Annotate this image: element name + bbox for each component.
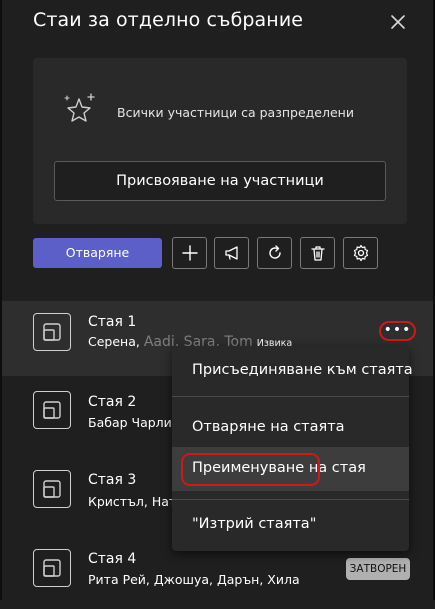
room-context-menu: Присъединяване към стаята Отваряне на ст… — [172, 346, 413, 551]
menu-item-label: Отваряне на стаята — [192, 419, 345, 435]
menu-divider — [172, 396, 409, 397]
assign-participants-button[interactable]: Присвояване на участници — [54, 161, 386, 201]
star-sparkle-icon — [64, 93, 95, 122]
delete-icon — [310, 246, 325, 261]
menu-divider — [172, 499, 409, 500]
menu-item-delete-room[interactable]: "Изтрий стаята" — [172, 506, 409, 546]
room-door-icon — [43, 480, 61, 498]
room-door-icon — [43, 401, 61, 419]
room-name: Стая 3 — [88, 472, 137, 488]
add-icon — [181, 245, 198, 261]
room-status-label: ЗАТВОРЕН — [349, 563, 407, 575]
room-members: Бабар Чарли — [88, 415, 172, 430]
assignment-status-card: Всички участници са разпределени Присвоя… — [33, 58, 407, 224]
delete-rooms-button[interactable] — [300, 237, 335, 269]
room-name: Стая 1 — [88, 314, 137, 330]
room-status-badge: ЗАТВОРЕН — [346, 558, 410, 580]
recreate-rooms-button[interactable] — [257, 237, 292, 269]
assign-participants-label: Присвояване на участници — [116, 173, 324, 189]
room-name: Стая 2 — [88, 394, 137, 410]
open-rooms-button[interactable]: Отваряне — [33, 238, 162, 268]
room-door-icon — [43, 559, 61, 577]
menu-item-label: Присъединяване към стаята — [192, 362, 413, 378]
room-icon — [33, 391, 71, 429]
room-members-first: Серена, — [88, 334, 140, 349]
refresh-icon — [268, 245, 281, 259]
close-icon — [391, 15, 405, 29]
room-members: Кристъл, Нат — [88, 494, 177, 509]
room-name: Стая 4 — [88, 551, 137, 567]
room-icon — [33, 470, 71, 508]
room-door-icon — [43, 323, 61, 341]
panel-title: Стаи за отделно събрание — [33, 9, 304, 31]
menu-item-open-room[interactable]: Отваряне на стаята — [172, 409, 409, 447]
settings-icon — [353, 244, 368, 262]
room-more-options-button[interactable]: ••• — [379, 321, 416, 341]
announcement-icon — [224, 246, 238, 260]
room-settings-button[interactable] — [343, 237, 378, 269]
menu-item-join-room[interactable]: Присъединяване към стаята — [172, 346, 413, 396]
room-icon — [33, 313, 71, 351]
room-members: Рита Рей, Джошуа, Дарън, Хила — [88, 572, 300, 587]
add-room-button[interactable] — [172, 237, 207, 269]
open-rooms-label: Отваряне — [65, 245, 130, 260]
more-options-icon: ••• — [383, 322, 412, 338]
room-icon — [33, 549, 71, 587]
close-button[interactable] — [385, 9, 411, 35]
announcement-button[interactable] — [214, 237, 249, 269]
rename-highlight-outline — [181, 453, 320, 486]
menu-item-label: "Изтрий стаята" — [192, 516, 317, 532]
assignment-status-text: Всички участници са разпределени — [117, 105, 354, 120]
